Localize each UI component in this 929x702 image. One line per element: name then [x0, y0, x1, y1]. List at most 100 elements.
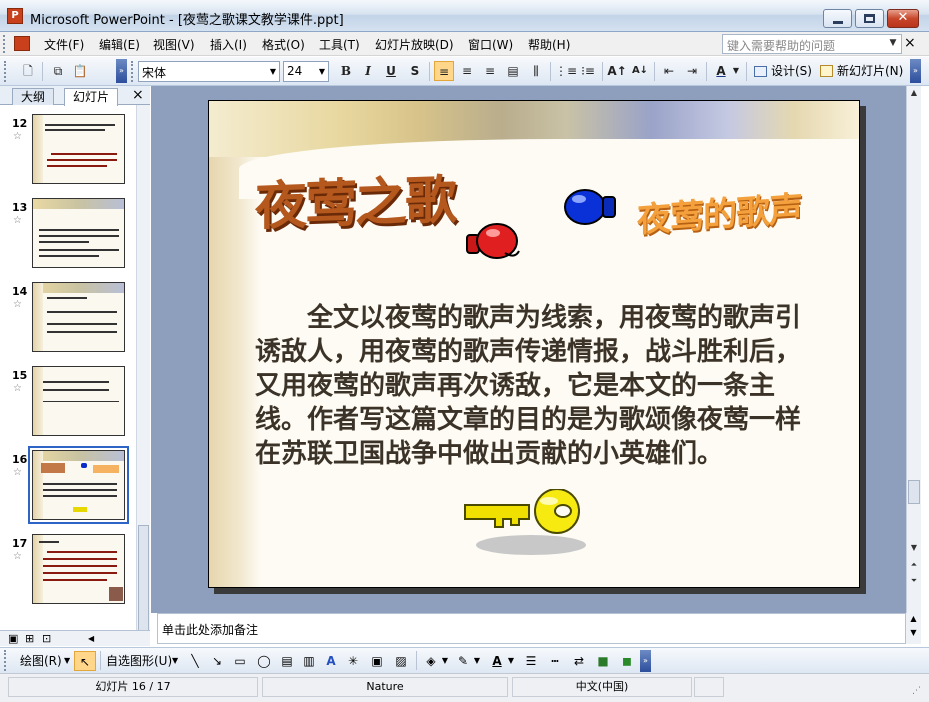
- paste-icon[interactable]: 📋: [70, 61, 90, 81]
- copy-icon[interactable]: ⧉: [48, 61, 68, 81]
- menu-file[interactable]: 文件(F): [44, 36, 84, 53]
- line-color-icon[interactable]: ✎: [454, 651, 472, 671]
- 3d-style-icon[interactable]: ◼: [618, 651, 636, 671]
- menu-edit[interactable]: 编辑(E): [99, 36, 140, 53]
- text-box-icon[interactable]: ▤: [278, 651, 296, 671]
- font-name-combo[interactable]: 宋体 ▼: [138, 61, 280, 82]
- new-slide-button[interactable]: 新幻灯片(N): [837, 62, 903, 79]
- clip-art-icon[interactable]: ▣: [368, 651, 386, 671]
- tab-slides[interactable]: 幻灯片: [64, 88, 119, 106]
- menu-format[interactable]: 格式(O): [262, 36, 305, 53]
- shadow-style-icon[interactable]: ■: [594, 651, 612, 671]
- decrease-font-size-icon[interactable]: A↓: [630, 61, 650, 81]
- chevron-down-icon[interactable]: ▼: [731, 61, 741, 81]
- new-document-icon[interactable]: 🗋: [18, 61, 38, 81]
- distribute-icon[interactable]: ▤: [503, 61, 523, 81]
- chevron-down-icon[interactable]: ▼: [64, 651, 70, 671]
- toolbar-overflow-chevron-icon[interactable]: »: [116, 59, 127, 83]
- align-center-icon[interactable]: ≡: [457, 61, 477, 81]
- help-dropdown-icon[interactable]: ▼: [886, 35, 900, 52]
- chevron-down-icon[interactable]: ▼: [440, 651, 450, 671]
- notes-scrollbar[interactable]: ▲ ▼: [906, 613, 921, 644]
- vertical-align-icon[interactable]: ⫼: [526, 61, 546, 81]
- red-boxing-glove-icon[interactable]: [465, 219, 523, 263]
- document-close-button[interactable]: ×: [904, 35, 916, 51]
- vertical-text-box-icon[interactable]: ▥: [300, 651, 318, 671]
- help-search-input[interactable]: 键入需要帮助的问题: [722, 34, 902, 54]
- oval-tool-icon[interactable]: ◯: [254, 651, 274, 671]
- chevron-down-icon[interactable]: ▼: [316, 62, 328, 81]
- scroll-up-icon[interactable]: ▲: [907, 86, 921, 100]
- toolbar-overflow-chevron-icon[interactable]: »: [910, 59, 921, 83]
- chevron-down-icon[interactable]: ▼: [472, 651, 482, 671]
- menu-window[interactable]: 窗口(W): [468, 36, 513, 53]
- current-slide[interactable]: 夜莺之歌 夜莺的歌声 全文以夜莺的歌声为线索，用夜莺的歌声引诱敌人，用夜莺的歌声…: [208, 100, 860, 588]
- powerpoint-app-icon[interactable]: P: [7, 8, 23, 24]
- menu-slideshow[interactable]: 幻灯片放映(D): [375, 36, 454, 53]
- slide-thumbnail-14[interactable]: [32, 282, 125, 352]
- scroll-down-icon[interactable]: ▼: [907, 541, 921, 555]
- menu-help[interactable]: 帮助(H): [528, 36, 570, 53]
- document-icon[interactable]: [14, 36, 30, 51]
- tab-outline[interactable]: 大纲: [12, 88, 55, 105]
- notes-pane[interactable]: 单击此处添加备注: [157, 613, 906, 644]
- insert-picture-icon[interactable]: ▨: [392, 651, 410, 671]
- numbering-icon[interactable]: ⋮≡: [555, 61, 577, 81]
- slide-subtitle[interactable]: 夜莺的歌声: [637, 181, 802, 242]
- design-button[interactable]: 设计(S): [771, 62, 812, 79]
- panel-close-button[interactable]: ×: [132, 87, 144, 103]
- align-right-icon[interactable]: ≡: [480, 61, 500, 81]
- chevron-down-icon[interactable]: ▼: [506, 651, 516, 671]
- scrollbar-thumb[interactable]: [138, 525, 149, 645]
- toolbar-overflow-chevron-icon[interactable]: »: [640, 650, 651, 672]
- dash-style-icon[interactable]: ┅: [546, 651, 564, 671]
- line-style-icon[interactable]: ☰: [522, 651, 540, 671]
- golden-key-icon[interactable]: [461, 489, 591, 561]
- draw-menu-button[interactable]: 绘图(R): [20, 651, 62, 671]
- underline-button[interactable]: U: [381, 61, 401, 81]
- menu-view[interactable]: 视图(V): [153, 36, 195, 53]
- line-tool-icon[interactable]: ╲: [186, 651, 204, 671]
- chevron-down-icon[interactable]: ▼: [172, 651, 178, 671]
- slide-thumbnail-15[interactable]: [32, 366, 125, 436]
- scroll-left-icon[interactable]: ◀: [88, 634, 94, 643]
- arrow-tool-icon[interactable]: ↘: [208, 651, 226, 671]
- slide-vertical-scrollbar[interactable]: ▲ ▼ ⏶ ⏷: [906, 86, 921, 613]
- bullets-icon[interactable]: ⁝≡: [578, 61, 598, 81]
- autoshapes-menu-button[interactable]: 自选图形(U): [106, 651, 172, 671]
- blue-boxing-glove-icon[interactable]: [561, 185, 619, 229]
- fill-color-icon[interactable]: ◈: [422, 651, 440, 671]
- italic-button[interactable]: I: [358, 61, 378, 81]
- font-color-icon[interactable]: A: [488, 651, 506, 671]
- text-shadow-button[interactable]: S: [405, 61, 425, 81]
- slide-sorter-view-icon[interactable]: ⊞: [25, 632, 34, 645]
- font-size-combo[interactable]: 24 ▼: [283, 61, 329, 82]
- align-left-icon[interactable]: ≡: [434, 61, 454, 81]
- chevron-down-icon[interactable]: ▼: [267, 62, 279, 81]
- toolbar-grip[interactable]: [131, 61, 135, 82]
- previous-slide-icon[interactable]: ⏶: [907, 558, 921, 572]
- arrow-style-icon[interactable]: ⇄: [570, 651, 588, 671]
- scroll-up-icon[interactable]: ▲: [906, 614, 921, 623]
- font-color-icon[interactable]: A: [711, 61, 731, 81]
- slide-title[interactable]: 夜莺之歌: [255, 158, 455, 240]
- scroll-down-icon[interactable]: ▼: [906, 628, 921, 637]
- menu-tools[interactable]: 工具(T): [319, 36, 360, 53]
- minimize-button[interactable]: [823, 9, 852, 28]
- menu-insert[interactable]: 插入(I): [210, 36, 247, 53]
- increase-font-size-icon[interactable]: A↑: [607, 61, 627, 81]
- slide-thumbnail-12[interactable]: [32, 114, 125, 184]
- toolbar-grip[interactable]: [4, 650, 8, 671]
- wordart-icon[interactable]: A: [322, 651, 340, 671]
- select-objects-icon[interactable]: ↖: [74, 651, 96, 671]
- slide-thumbnail-17[interactable]: [32, 534, 125, 604]
- slide-body-text[interactable]: 全文以夜莺的歌声为线索，用夜莺的歌声引诱敌人，用夜莺的歌声传递情报，战斗胜利后，…: [255, 301, 815, 471]
- bold-button[interactable]: B: [336, 61, 356, 81]
- slides-panel-scrollbar[interactable]: [136, 105, 150, 645]
- maximize-button[interactable]: [855, 9, 884, 28]
- slide-thumbnail-16[interactable]: [28, 446, 129, 524]
- slide-thumbnail-13[interactable]: [32, 198, 125, 268]
- increase-indent-icon[interactable]: ⇥: [682, 61, 702, 81]
- slideshow-view-icon[interactable]: ⊡: [42, 632, 51, 645]
- decrease-indent-icon[interactable]: ⇤: [659, 61, 679, 81]
